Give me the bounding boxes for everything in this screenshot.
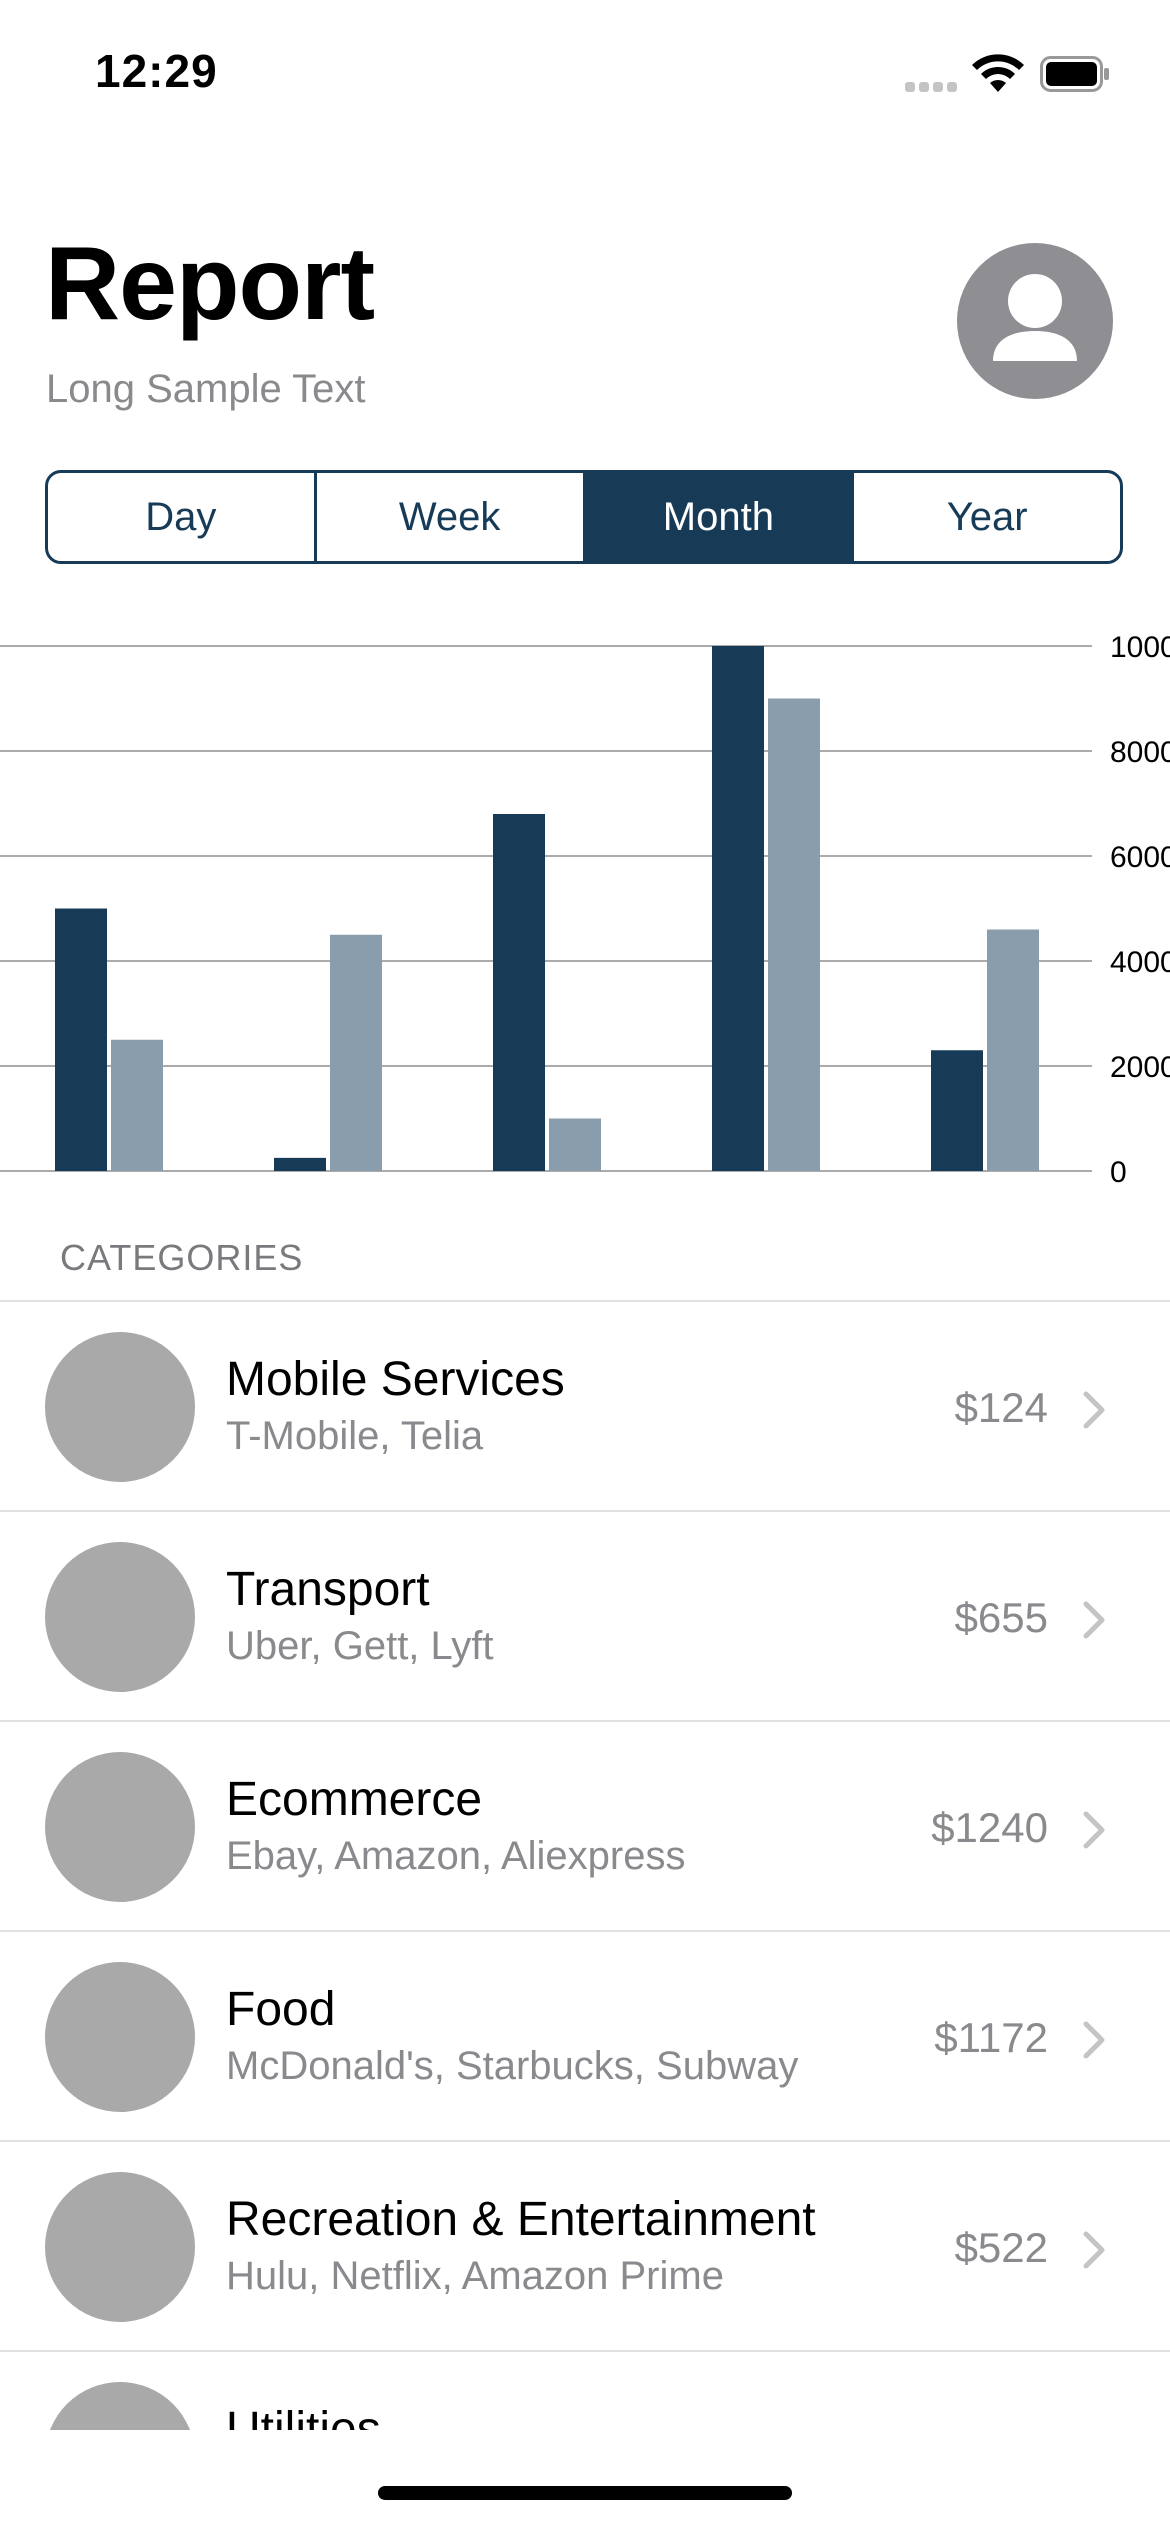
- category-title: Transport: [226, 1563, 430, 1616]
- category-amount: $655: [954, 1594, 1048, 1641]
- bar-series2-3: [549, 1118, 601, 1171]
- page-title: Report: [45, 226, 375, 342]
- y-tick-label: 2000: [1110, 1051, 1170, 1084]
- battery-icon: [1040, 56, 1109, 92]
- chart-y-axis: 10000 8000 6000 4000 2000 0: [1110, 631, 1170, 1189]
- category-subtitle: T-Mobile, Telia: [226, 1414, 484, 1458]
- wifi-icon: [972, 54, 1024, 92]
- segment-month[interactable]: Month: [582, 473, 852, 561]
- bar-series1-2: [274, 1157, 326, 1171]
- bar-series1-5: [931, 1050, 983, 1171]
- avatar-button[interactable]: [957, 243, 1113, 399]
- status-time: 12:29: [95, 45, 218, 97]
- page-subtitle: Long Sample Text: [46, 367, 366, 411]
- category-row-utilities[interactable]: Utilities: [0, 2352, 1170, 2430]
- category-row-food[interactable]: Food McDonald's, Starbucks, Subway $1172: [0, 1932, 1170, 2142]
- categories-section-header: CATEGORIES: [60, 1237, 304, 1278]
- y-tick-label: 4000: [1110, 946, 1170, 979]
- category-title: Mobile Services: [226, 1353, 565, 1406]
- category-subtitle: Uber, Gett, Lyft: [226, 1624, 494, 1668]
- category-amount: $522: [954, 2224, 1048, 2271]
- category-subtitle: Hulu, Netflix, Amazon Prime: [226, 2254, 724, 2298]
- chart-bars: [55, 646, 1039, 1171]
- home-indicator[interactable]: [378, 2486, 792, 2500]
- category-icon-placeholder: [45, 1332, 195, 1482]
- report-bar-chart: 10000 8000 6000 4000 2000 0: [0, 631, 1170, 1189]
- categories-list: Mobile Services T-Mobile, Telia $124 Tra…: [0, 1300, 1170, 2430]
- category-amount: $1240: [931, 1804, 1048, 1851]
- category-subtitle: Ebay, Amazon, Aliexpress: [226, 1834, 686, 1878]
- category-amount: $124: [954, 1384, 1048, 1431]
- y-tick-label: 6000: [1110, 841, 1170, 874]
- bar-series1-1: [55, 908, 107, 1171]
- bar-series1-4: [712, 646, 764, 1171]
- category-icon-placeholder: [45, 2172, 195, 2322]
- chart-grid: [0, 645, 1092, 1172]
- person-icon: [993, 274, 1077, 361]
- chevron-right-icon: [1083, 1391, 1105, 1429]
- y-tick-label: 0: [1110, 1156, 1127, 1189]
- category-title: Recreation & Entertainment: [226, 2193, 816, 2246]
- category-icon-placeholder: [45, 1542, 195, 1692]
- category-row-ecommerce[interactable]: Ecommerce Ebay, Amazon, Aliexpress $1240: [0, 1722, 1170, 1932]
- period-segmented-control: Day Week Month Year: [45, 470, 1123, 564]
- category-subtitle: McDonald's, Starbucks, Subway: [226, 2044, 799, 2088]
- category-title: Utilities: [226, 2403, 381, 2430]
- segment-day[interactable]: Day: [48, 473, 314, 561]
- bar-series2-2: [330, 934, 382, 1171]
- bar-series2-1: [111, 1039, 163, 1171]
- y-tick-label: 8000: [1110, 736, 1170, 769]
- bar-series2-4: [768, 698, 820, 1171]
- category-row-mobile-services[interactable]: Mobile Services T-Mobile, Telia $124: [0, 1302, 1170, 1512]
- segment-year[interactable]: Year: [851, 473, 1120, 561]
- cellular-signal-icon: [905, 82, 959, 92]
- chevron-right-icon: [1083, 2021, 1105, 2059]
- y-tick-label: 10000: [1110, 631, 1170, 664]
- category-icon-placeholder: [45, 1752, 195, 1902]
- category-amount: $1172: [934, 2014, 1048, 2061]
- chevron-right-icon: [1083, 1811, 1105, 1849]
- bar-series1-3: [493, 814, 545, 1171]
- category-title: Ecommerce: [226, 1773, 483, 1826]
- chevron-right-icon: [1083, 1601, 1105, 1639]
- category-icon-placeholder: [45, 2382, 195, 2430]
- category-row-transport[interactable]: Transport Uber, Gett, Lyft $655: [0, 1512, 1170, 1722]
- bar-series2-5: [987, 929, 1039, 1171]
- category-title: Food: [226, 1983, 336, 2036]
- category-icon-placeholder: [45, 1962, 195, 2112]
- segment-week[interactable]: Week: [313, 473, 583, 561]
- category-row-recreation[interactable]: Recreation & Entertainment Hulu, Netflix…: [0, 2142, 1170, 2352]
- chevron-right-icon: [1083, 2231, 1105, 2269]
